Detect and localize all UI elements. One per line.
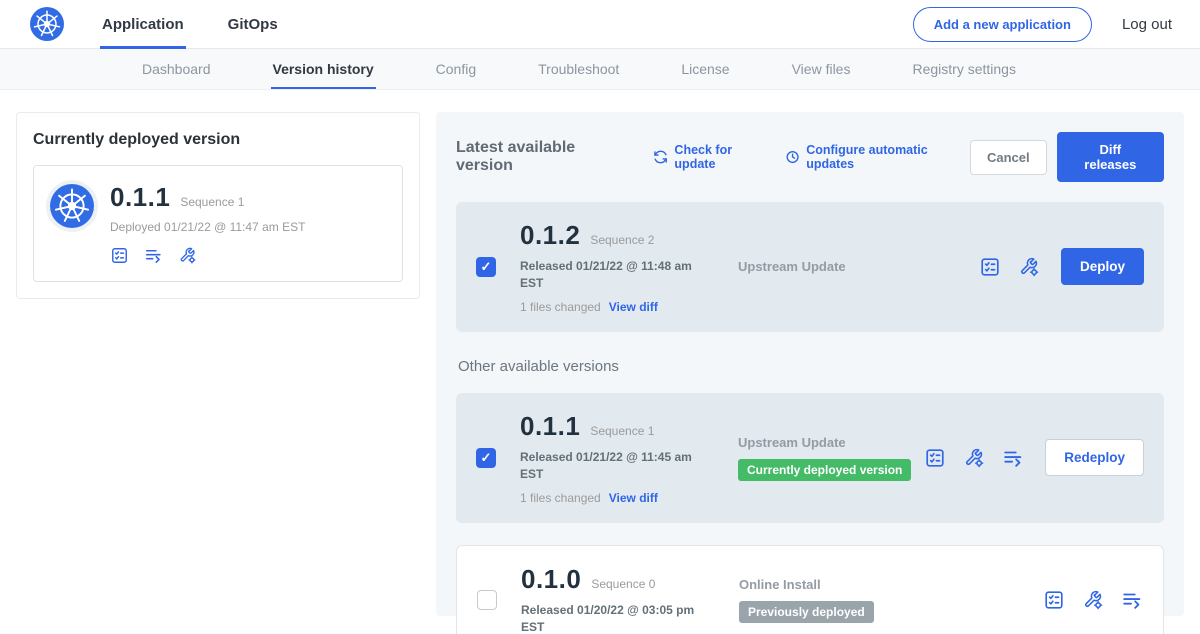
- tab-registry-settings[interactable]: Registry settings: [910, 49, 1017, 89]
- release-date: Released 01/21/22 @ 11:48 am EST: [520, 258, 702, 293]
- currently-deployed-badge: Currently deployed version: [738, 459, 911, 481]
- schedule-clock-icon: [785, 149, 800, 165]
- other-versions-title: Other available versions: [458, 358, 1164, 375]
- edit-config-icon[interactable]: [1082, 589, 1104, 611]
- deploy-button[interactable]: Deploy: [1061, 248, 1144, 285]
- cancel-button[interactable]: Cancel: [970, 140, 1047, 175]
- tab-dashboard[interactable]: Dashboard: [140, 49, 213, 89]
- version-source: Upstream Update: [738, 435, 924, 450]
- tab-version-history[interactable]: Version history: [271, 49, 376, 89]
- version-actions: Deploy: [979, 248, 1144, 285]
- edit-config-icon[interactable]: [1018, 256, 1040, 278]
- version-row-0-1-0: 0.1.0 Sequence 0 Released 01/20/22 @ 03:…: [456, 545, 1164, 634]
- view-logs-icon[interactable]: [1121, 589, 1143, 611]
- files-changed: 1 files changed: [520, 300, 601, 314]
- tab-license-label: License: [681, 61, 729, 77]
- deployed-sequence: Sequence 1: [180, 195, 244, 209]
- version-sequence: Sequence 2: [590, 233, 654, 247]
- view-diff-link[interactable]: View diff: [609, 300, 658, 314]
- version-number: 0.1.1: [520, 411, 580, 442]
- deployed-timestamp: Deployed 01/21/22 @ 11:47 am EST: [110, 220, 305, 234]
- tab-registry-settings-label: Registry settings: [912, 61, 1015, 77]
- release-notes-icon[interactable]: [110, 246, 129, 265]
- latest-version-header: Latest available version Check for updat…: [456, 132, 1164, 182]
- app-logo-kubernetes-icon: [50, 184, 94, 228]
- latest-version-title: Latest available version: [456, 139, 627, 175]
- previously-deployed-badge: Previously deployed: [739, 601, 874, 623]
- tab-license[interactable]: License: [679, 49, 731, 89]
- tab-version-history-label: Version history: [273, 61, 374, 77]
- release-date: Released 01/20/22 @ 03:05 pm EST: [521, 602, 703, 634]
- tab-config-label: Config: [436, 61, 476, 77]
- configure-automatic-updates-link[interactable]: Configure automatic updates: [785, 143, 970, 171]
- deployed-version-number: 0.1.1: [110, 182, 170, 213]
- currently-deployed-card: Currently deployed version: [16, 112, 420, 299]
- version-sequence: Sequence 0: [591, 577, 655, 591]
- release-date: Released 01/21/22 @ 11:45 am EST: [520, 449, 702, 484]
- version-row-0-1-1: 0.1.1 Sequence 1 Released 01/21/22 @ 11:…: [456, 393, 1164, 523]
- tab-view-files-label: View files: [792, 61, 851, 77]
- deployed-actions: [110, 246, 305, 265]
- release-notes-icon[interactable]: [979, 256, 1001, 278]
- tab-troubleshoot[interactable]: Troubleshoot: [536, 49, 621, 89]
- view-logs-icon[interactable]: [144, 246, 163, 265]
- version-actions: Redeploy: [924, 439, 1144, 476]
- version-info: 0.1.0 Sequence 0 Released 01/20/22 @ 03:…: [521, 564, 733, 634]
- version-row-0-1-2: 0.1.2 Sequence 2 Released 01/21/22 @ 11:…: [456, 202, 1164, 332]
- release-notes-icon[interactable]: [1043, 589, 1065, 611]
- main-content: Currently deployed version: [0, 90, 1200, 616]
- release-notes-icon[interactable]: [924, 447, 946, 469]
- version-number: 0.1.0: [521, 564, 581, 595]
- check-for-update-label: Check for update: [674, 143, 771, 171]
- topbar-spacer: [320, 0, 913, 48]
- add-new-application-button[interactable]: Add a new application: [913, 7, 1092, 42]
- topbar: Application GitOps Add a new application…: [0, 0, 1200, 49]
- diff-releases-button[interactable]: Diff releases: [1057, 132, 1164, 182]
- version-info: 0.1.2 Sequence 2 Released 01/21/22 @ 11:…: [520, 220, 732, 314]
- version-info: 0.1.1 Sequence 1 Released 01/21/22 @ 11:…: [520, 411, 732, 505]
- version-number: 0.1.2: [520, 220, 580, 251]
- tab-config[interactable]: Config: [434, 49, 478, 89]
- deployed-version-card: 0.1.1 Sequence 1 Deployed 01/21/22 @ 11:…: [33, 165, 403, 282]
- version-source-block: Online Install Previously deployed: [733, 577, 1043, 623]
- version-sequence: Sequence 1: [590, 424, 654, 438]
- edit-config-icon[interactable]: [963, 447, 985, 469]
- view-diff-link[interactable]: View diff: [609, 491, 658, 505]
- nav-gitops-label: GitOps: [228, 16, 278, 33]
- kubernetes-logo: [30, 0, 64, 48]
- tab-troubleshoot-label: Troubleshoot: [538, 61, 619, 77]
- edit-config-icon[interactable]: [178, 246, 197, 265]
- version-checkbox-0-1-2[interactable]: [476, 257, 496, 277]
- files-changed: 1 files changed: [520, 491, 601, 505]
- refresh-icon: [653, 149, 668, 165]
- redeploy-button[interactable]: Redeploy: [1045, 439, 1144, 476]
- tab-view-files[interactable]: View files: [790, 49, 853, 89]
- tab-dashboard-label: Dashboard: [142, 61, 211, 77]
- nav-application-label: Application: [102, 16, 184, 33]
- version-source-block: Upstream Update: [732, 259, 979, 274]
- check-for-update-link[interactable]: Check for update: [653, 143, 771, 171]
- nav-gitops[interactable]: GitOps: [226, 0, 280, 48]
- deployed-version-info: 0.1.1 Sequence 1 Deployed 01/21/22 @ 11:…: [110, 182, 305, 265]
- view-logs-icon[interactable]: [1002, 447, 1024, 469]
- version-history-panel: Latest available version Check for updat…: [436, 112, 1184, 616]
- logout-link[interactable]: Log out: [1122, 0, 1172, 48]
- currently-deployed-title: Currently deployed version: [33, 131, 403, 149]
- version-checkbox-0-1-0[interactable]: [477, 590, 497, 610]
- nav-application[interactable]: Application: [100, 0, 186, 48]
- version-actions: [1043, 589, 1143, 611]
- top-navigation: Application GitOps: [100, 0, 320, 48]
- app-subnav: Dashboard Version history Config Trouble…: [0, 49, 1200, 90]
- version-source: Online Install: [739, 577, 1043, 592]
- version-source-block: Upstream Update Currently deployed versi…: [732, 435, 924, 481]
- version-checkbox-0-1-1[interactable]: [476, 448, 496, 468]
- configure-automatic-updates-label: Configure automatic updates: [806, 143, 970, 171]
- version-source: Upstream Update: [738, 259, 979, 274]
